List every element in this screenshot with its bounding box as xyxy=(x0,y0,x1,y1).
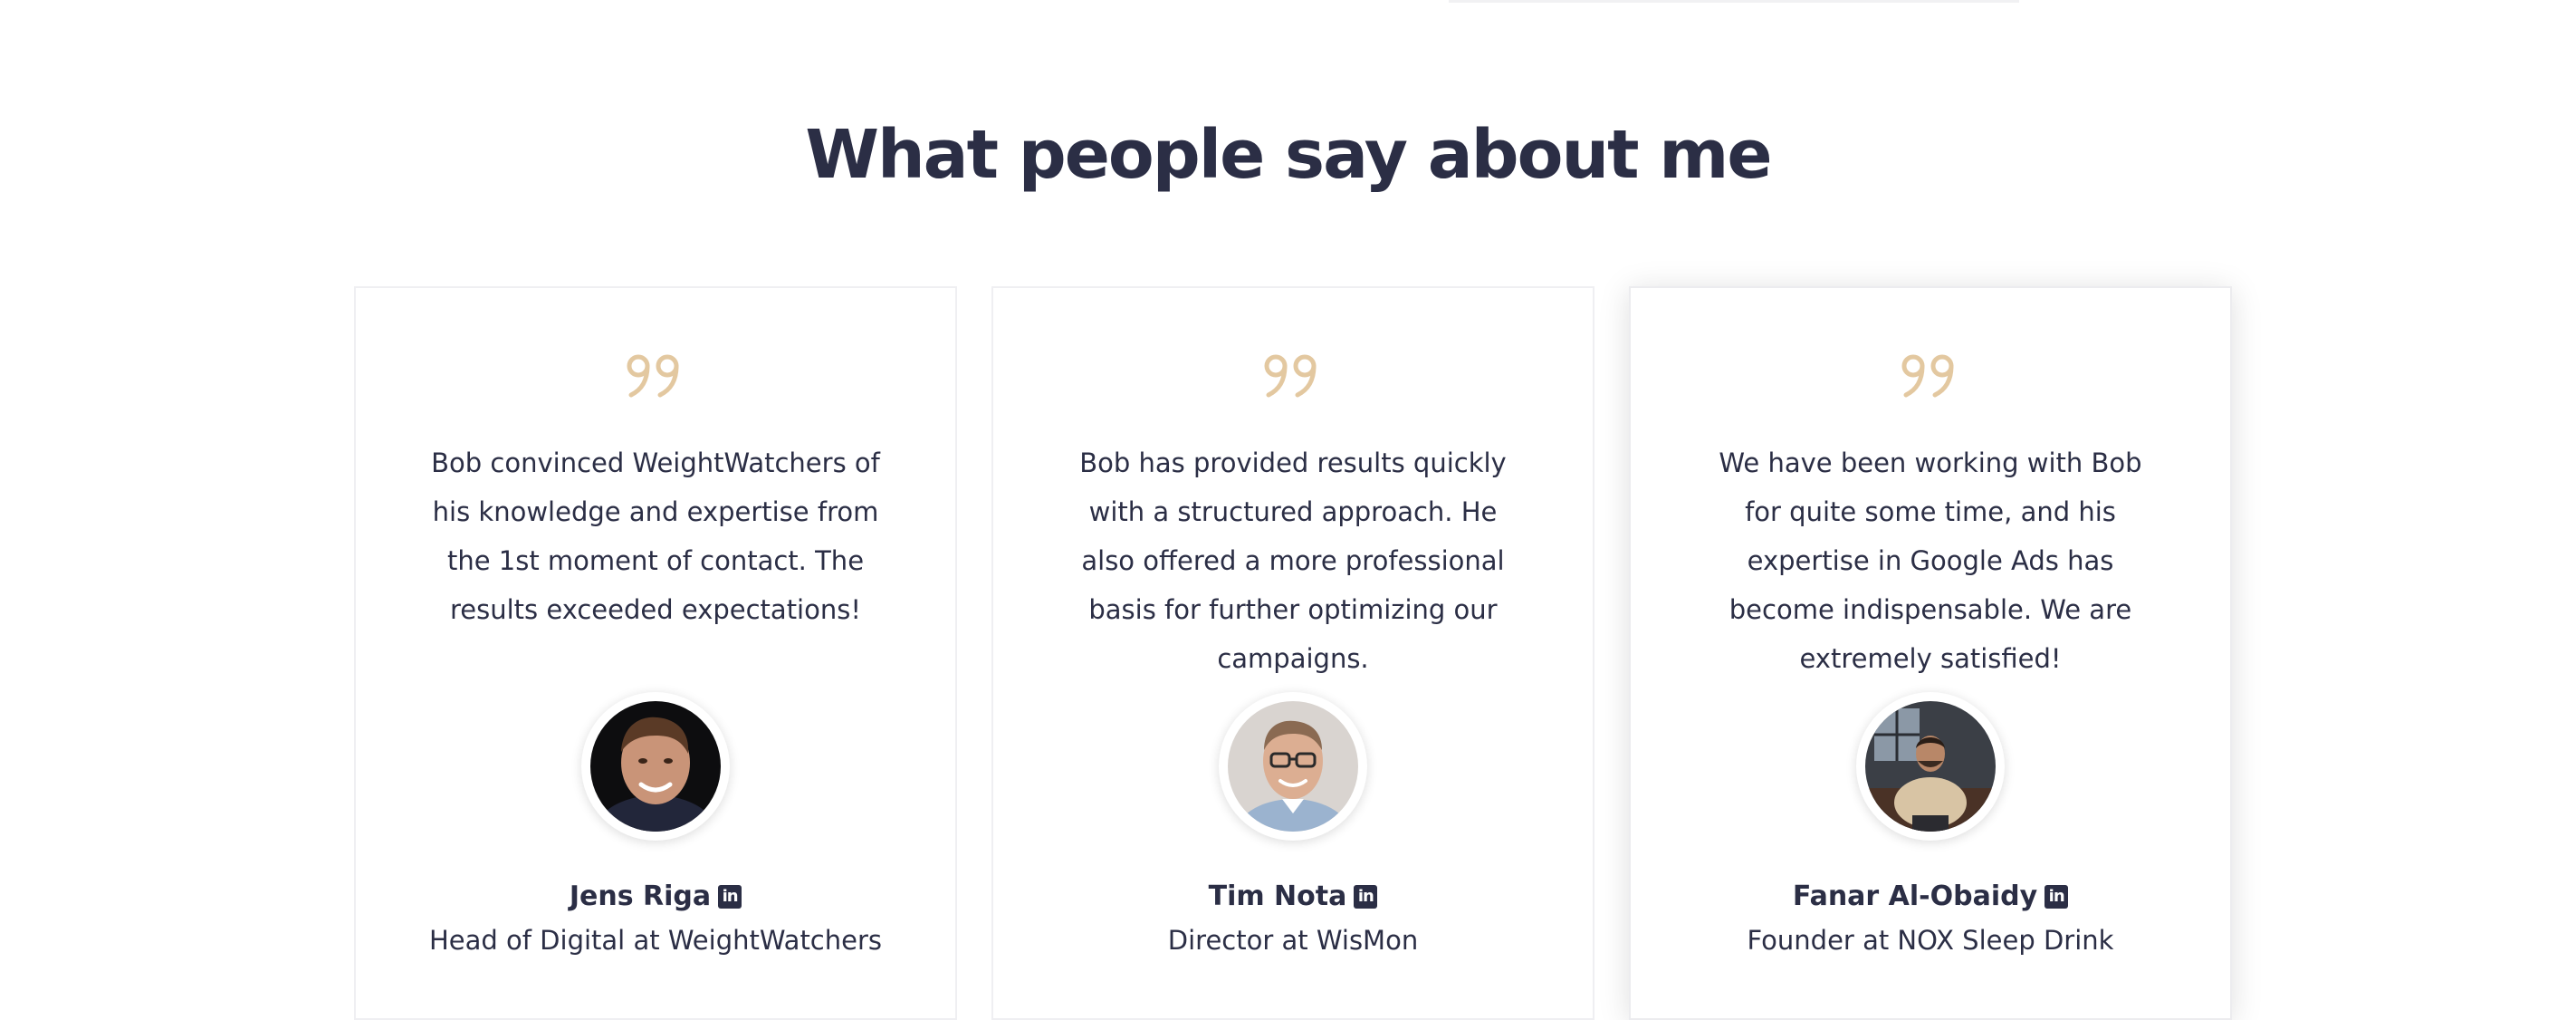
linkedin-icon[interactable]: in xyxy=(1354,884,1378,909)
avatar xyxy=(1219,692,1367,841)
person-name: Jens Riga xyxy=(569,880,712,912)
quote-icon xyxy=(356,353,955,399)
testimonial-list: Bob convinced WeightWatchers of his know… xyxy=(354,286,2232,1020)
testimonial-card: We have been working with Bob for quite … xyxy=(1629,286,2232,1020)
avatar xyxy=(581,692,730,841)
person-role: Founder at NOX Sleep Drink xyxy=(1747,925,2114,956)
quote-icon xyxy=(993,353,1593,399)
avatar xyxy=(1856,692,2005,841)
linkedin-icon[interactable]: in xyxy=(2045,884,2069,909)
person-role: Head of Digital at WeightWatchers xyxy=(428,925,883,956)
linkedin-icon[interactable]: in xyxy=(718,884,742,909)
quote-icon xyxy=(1631,353,2230,399)
person-name: Fanar Al-Obaidy xyxy=(1792,880,2038,912)
person-name: Tim Nota xyxy=(1208,880,1347,912)
top-divider xyxy=(1449,0,2019,3)
testimonial-card: Bob convinced WeightWatchers of his know… xyxy=(354,286,957,1020)
testimonial-quote: We have been working with Bob for quite … xyxy=(1719,447,2142,674)
testimonial-quote: Bob has provided results quickly with a … xyxy=(1079,447,1507,674)
testimonial-quote: Bob convinced WeightWatchers of his know… xyxy=(431,447,880,625)
person-role: Director at WisMon xyxy=(1167,925,1419,956)
testimonial-card: Bob has provided results quickly with a … xyxy=(991,286,1594,1020)
section-title: What people say about me xyxy=(805,116,1772,194)
